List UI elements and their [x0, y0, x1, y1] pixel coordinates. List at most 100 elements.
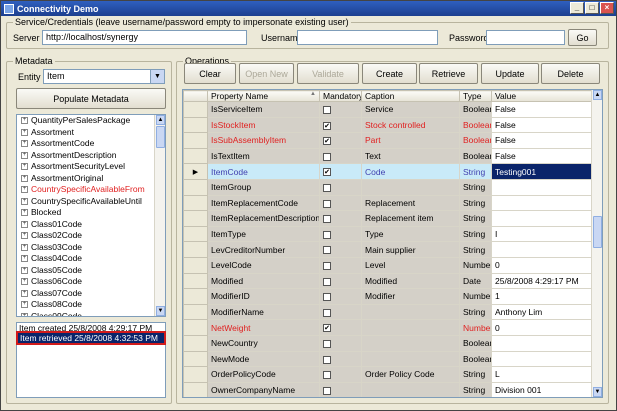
type-cell[interactable]: String	[459, 366, 492, 383]
scroll-down-icon[interactable]: ▼	[156, 306, 165, 316]
clear-button[interactable]: Clear	[184, 63, 236, 84]
close-button[interactable]: ×	[600, 2, 614, 14]
grid-scroll-thumb[interactable]	[593, 216, 602, 248]
property-name-cell[interactable]: NetWeight	[207, 319, 320, 336]
caption-cell[interactable]	[361, 178, 460, 196]
table-row[interactable]: NewMode Boolean	[183, 350, 593, 368]
caption-cell[interactable]: Modified	[361, 272, 460, 290]
mandatory-cell[interactable]	[319, 225, 362, 243]
property-name-cell[interactable]: ItemType	[207, 225, 320, 243]
activity-log[interactable]: Item created 25/8/2008 4:29:17 PM Item re…	[16, 322, 166, 398]
mandatory-cell[interactable]	[319, 241, 362, 258]
mandatory-cell[interactable]	[319, 288, 362, 305]
row-header[interactable]	[183, 132, 208, 149]
type-cell[interactable]: String	[459, 178, 492, 196]
caption-cell[interactable]: Order Policy Code	[361, 366, 460, 383]
row-header[interactable]	[183, 319, 208, 336]
type-cell[interactable]: Boolean	[459, 116, 492, 134]
populate-metadata-button[interactable]: Populate Metadata	[16, 88, 166, 109]
table-row[interactable]: ItemGroup String	[183, 178, 593, 196]
tree-item[interactable]: + Class03Code	[17, 242, 165, 254]
tree-item[interactable]: + CountrySpecificAvailableFrom	[17, 184, 165, 196]
table-row[interactable]: ItemReplacementDescription Replacement it…	[183, 210, 593, 227]
row-header[interactable]	[183, 194, 208, 212]
open-new-button[interactable]: Open New	[239, 63, 294, 84]
tree-item[interactable]: + AssortmentDescription	[17, 150, 165, 162]
checkbox-unchecked-icon[interactable]	[323, 199, 331, 208]
column-header-type[interactable]: Type	[459, 90, 492, 102]
property-name-cell[interactable]: ItemReplacementCode	[207, 194, 320, 212]
table-row[interactable]: OwnerCompanyName String Division 001	[183, 381, 593, 397]
checkbox-checked-icon[interactable]: ✔	[323, 137, 331, 146]
expand-plus-icon[interactable]: +	[21, 312, 28, 316]
checkbox-checked-icon[interactable]: ✔	[323, 168, 331, 177]
mandatory-cell[interactable]	[319, 256, 362, 274]
property-name-cell[interactable]: LevCreditorNumber	[207, 241, 320, 258]
tree-item[interactable]: + AssortmentSecurityLevel	[17, 161, 165, 173]
row-header[interactable]	[183, 225, 208, 243]
tree-scroll-thumb[interactable]	[156, 126, 165, 148]
table-row[interactable]: IsSubAssemblyItem ✔ Part Boolean False	[183, 132, 593, 149]
caption-cell[interactable]	[361, 303, 460, 321]
row-header[interactable]	[183, 101, 208, 118]
type-cell[interactable]: Date	[459, 272, 492, 290]
tree-item[interactable]: + Class01Code	[17, 219, 165, 231]
column-header-caption[interactable]: Caption	[361, 90, 460, 102]
expand-plus-icon[interactable]: +	[21, 163, 28, 171]
checkbox-unchecked-icon[interactable]	[323, 277, 331, 286]
expand-plus-icon[interactable]: +	[21, 278, 28, 286]
tree-scrollbar[interactable]: ▲ ▼	[154, 115, 165, 316]
tree-item[interactable]: + AssortmentCode	[17, 138, 165, 150]
type-cell[interactable]: Number	[459, 319, 492, 336]
checkbox-unchecked-icon[interactable]	[323, 355, 331, 364]
value-cell[interactable]: I	[491, 225, 593, 243]
tree-item[interactable]: + Class07Code	[17, 288, 165, 300]
type-cell[interactable]: String	[459, 163, 492, 180]
current-row-arrow-icon[interactable]: ▶	[183, 163, 208, 180]
mandatory-cell[interactable]: ✔	[319, 163, 362, 180]
mandatory-cell[interactable]	[319, 381, 362, 397]
property-name-cell[interactable]: ItemCode	[207, 163, 320, 180]
checkbox-unchecked-icon[interactable]	[323, 371, 331, 380]
tree-item[interactable]: + CountrySpecificAvailableUntil	[17, 196, 165, 208]
property-name-cell[interactable]: ModifierName	[207, 303, 320, 321]
type-cell[interactable]: Boolean	[459, 334, 492, 352]
table-row[interactable]: ModifierID Modifier Number 1	[183, 288, 593, 305]
grid-scrollbar[interactable]: ▲ ▼	[591, 90, 602, 397]
mandatory-cell[interactable]	[319, 178, 362, 196]
property-name-cell[interactable]: ItemGroup	[207, 178, 320, 196]
table-row[interactable]: ItemType Type String I	[183, 225, 593, 243]
row-header[interactable]	[183, 210, 208, 227]
property-name-cell[interactable]: ItemReplacementDescription	[207, 210, 320, 227]
table-row[interactable]: ItemReplacementCode Replacement String	[183, 194, 593, 212]
type-cell[interactable]: String	[459, 381, 492, 397]
table-row[interactable]: LevelCode Level Number 0	[183, 256, 593, 274]
expand-plus-icon[interactable]: +	[21, 301, 28, 309]
expand-plus-icon[interactable]: +	[21, 220, 28, 228]
minimize-button[interactable]: _	[570, 2, 584, 14]
type-cell[interactable]: Boolean	[459, 101, 492, 118]
type-cell[interactable]: String	[459, 241, 492, 258]
checkbox-checked-icon[interactable]: ✔	[323, 324, 331, 333]
mandatory-cell[interactable]	[319, 272, 362, 290]
mandatory-cell[interactable]: ✔	[319, 319, 362, 336]
mandatory-cell[interactable]	[319, 366, 362, 383]
scroll-up-icon[interactable]: ▲	[156, 115, 165, 125]
tree-item[interactable]: + Class04Code	[17, 253, 165, 265]
type-cell[interactable]: Number	[459, 288, 492, 305]
value-cell[interactable]: False	[491, 116, 593, 134]
entity-select[interactable]: Item ▼	[43, 69, 165, 84]
checkbox-unchecked-icon[interactable]	[323, 308, 331, 317]
value-cell[interactable]	[491, 350, 593, 368]
checkbox-unchecked-icon[interactable]	[323, 261, 331, 270]
expand-plus-icon[interactable]: +	[21, 140, 28, 148]
username-input[interactable]	[297, 30, 438, 45]
caption-cell[interactable]: Level	[361, 256, 460, 274]
expand-plus-icon[interactable]: +	[21, 174, 28, 182]
table-row[interactable]: IsStockItem ✔ Stock controlled Boolean False	[183, 116, 593, 134]
type-cell[interactable]: String	[459, 225, 492, 243]
row-header[interactable]	[183, 381, 208, 397]
caption-cell[interactable]	[361, 319, 460, 336]
row-header[interactable]	[183, 178, 208, 196]
property-name-cell[interactable]: NewCountry	[207, 334, 320, 352]
